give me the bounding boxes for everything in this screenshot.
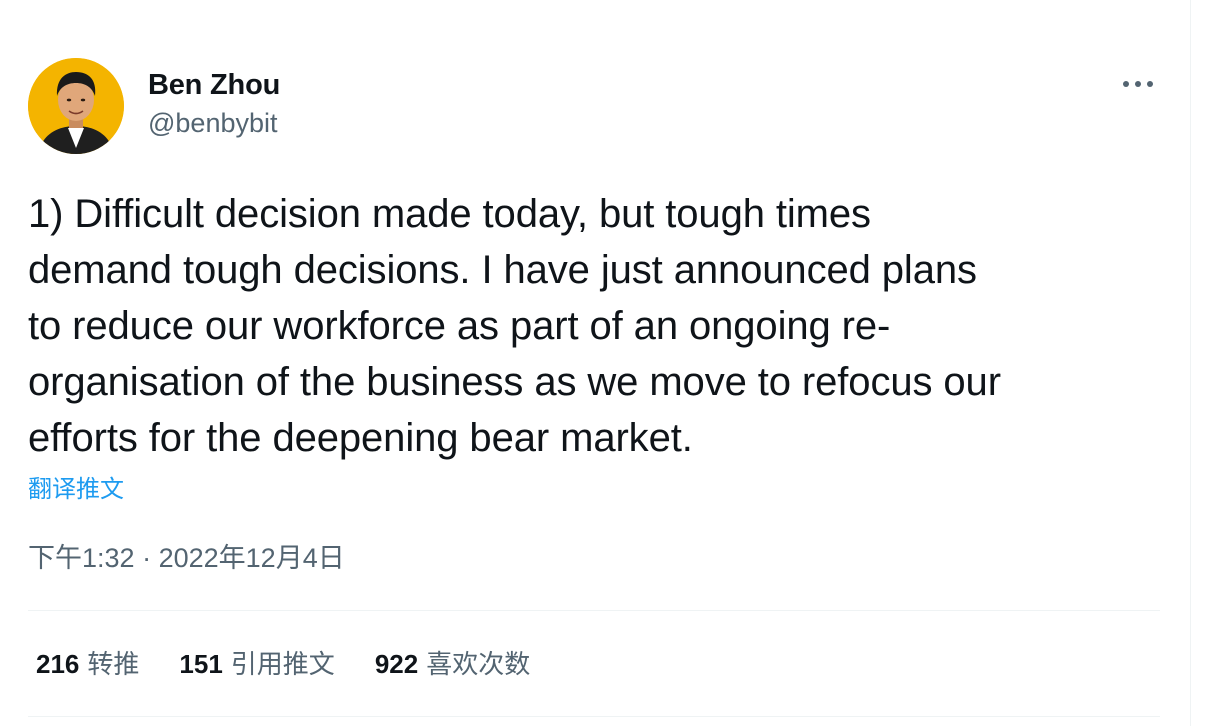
- quotes-stat[interactable]: 151 引用推文: [179, 646, 334, 682]
- retweets-stat[interactable]: 216 转推: [36, 646, 139, 682]
- tweet-text-line: 1) Difficult decision made today, but to…: [28, 192, 871, 236]
- tweet-header: Ben Zhou @benbybit: [28, 58, 1160, 154]
- retweets-label: 转推: [87, 649, 140, 679]
- author-info: Ben Zhou @benbybit: [148, 68, 280, 140]
- tweet-text-line: efforts for the deepening bear market.: [28, 416, 693, 460]
- timestamp-separator: ·: [142, 543, 152, 573]
- timeline-border: [1190, 0, 1191, 726]
- more-options-button[interactable]: [1116, 68, 1160, 100]
- retweets-count: 216: [36, 649, 80, 679]
- timestamp-time[interactable]: 下午1:32: [28, 543, 135, 573]
- tweet-text: 1) Difficult decision made today, but to…: [28, 186, 1168, 466]
- quotes-count: 151: [179, 649, 223, 679]
- tweet-text-line: to reduce our workforce as part of an on…: [28, 304, 891, 348]
- tweet-stats: 216 转推 151 引用推文 922 喜欢次数: [36, 646, 570, 682]
- author-handle[interactable]: @benbybit: [148, 106, 280, 140]
- likes-label: 喜欢次数: [426, 649, 531, 679]
- likes-count: 922: [374, 649, 419, 679]
- tweet-text-line: organisation of the business as we move …: [28, 360, 1001, 404]
- translate-tweet-link[interactable]: 翻译推文: [28, 474, 124, 506]
- tweet-text-line: demand tough decisions. I have just anno…: [28, 248, 977, 292]
- divider: [28, 610, 1160, 611]
- tweet-card: Ben Zhou @benbybit 1) Difficult decision…: [28, 0, 1160, 726]
- more-horizontal-icon: [1123, 81, 1153, 87]
- tweet-timestamp: 下午1:32 · 2022年12月4日: [28, 540, 345, 576]
- quotes-label: 引用推文: [230, 649, 335, 679]
- author-display-name[interactable]: Ben Zhou: [148, 68, 280, 102]
- likes-stat[interactable]: 922 喜欢次数: [375, 646, 530, 682]
- timestamp-date[interactable]: 2022年12月4日: [159, 543, 345, 573]
- avatar[interactable]: [28, 58, 124, 154]
- divider: [28, 716, 1160, 717]
